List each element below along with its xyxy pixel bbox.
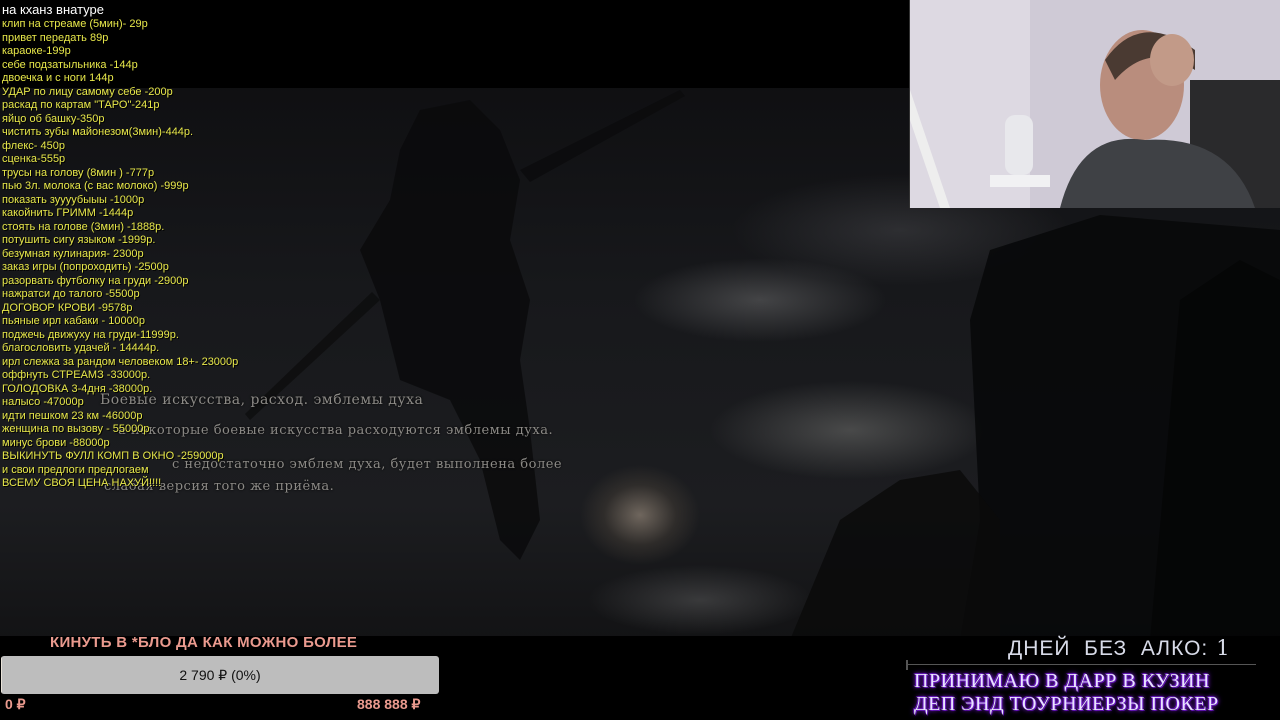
sober-days-label: ДНЕЙ БЕЗ АЛКО: <box>1008 637 1209 660</box>
price-list-item: чистить зубы майонезом(3мин)-444р. <box>2 126 194 138</box>
price-list-item: двоечка и с ноги 144р <box>2 72 114 84</box>
price-list-item: яйцо об башку-350р <box>2 112 105 125</box>
donation-price-list: на кханз внатуре клип на стреаме (5мин)-… <box>2 2 238 491</box>
promo-line: ПРИНИМАЮ В ДАРР В КУЗИН <box>914 670 1210 692</box>
price-list-item: ВЫКИНУТЬ ФУЛЛ КОМП В ОКНО -259000р <box>2 450 224 462</box>
price-list-item: ДОГОВОР КРОВИ -9578р <box>2 301 133 314</box>
price-list-item: караоке-199р <box>2 45 71 57</box>
price-list-item: какойнить ГРИММ -1444р <box>2 207 134 219</box>
price-list-item: нажратси до талого -5500р <box>2 288 140 300</box>
webcam-overlay <box>909 0 1280 208</box>
price-list-items: клип на стреаме (5мин)- 29р привет переда… <box>2 18 238 491</box>
price-list-item: раскад по картам "ТАРО"-241р <box>2 99 160 111</box>
price-list-item: УДАР по лицу самому себе -200р <box>2 85 173 98</box>
price-list-item: безумная кулинария- 2300р <box>2 247 144 260</box>
sober-days-value: 1 <box>1216 636 1231 660</box>
price-list-item: ВСЕМУ СВОЯ ЦЕНА НАХУЙ!!!! <box>2 477 162 489</box>
price-list-item: пью 3л. молока (с вас молоко) -999р <box>2 180 189 192</box>
price-list-item: идти пешком 23 км -46000р <box>2 409 143 422</box>
donation-max-label: 888 888 ₽ <box>357 696 421 712</box>
price-list-item: сценка-555р <box>2 153 66 165</box>
price-list-item: флекс- 450р <box>2 139 65 152</box>
price-list-item: ГОЛОДОВКА 3-4дня -38000р. <box>2 382 153 395</box>
streamer-webcam-image <box>910 0 1280 208</box>
price-list-item: разорвать футболку на груди -2900р <box>2 274 189 287</box>
sober-days-counter: ДНЕЙ БЕЗ АЛКО: 1 <box>1008 636 1231 661</box>
divider-line <box>906 664 1256 665</box>
price-list-item: потушить сигу языком -1999р. <box>2 234 156 246</box>
price-list-item: оффнуть СТРЕАМЗ -33000р. <box>2 369 151 381</box>
price-list-item: заказ игры (попроходить) -2500р <box>2 261 169 273</box>
price-list-title: на кханз внатуре <box>2 2 104 17</box>
price-list-item: трусы на голову (8мин ) -777р <box>2 166 155 179</box>
price-list-item: привет передать 89р <box>2 31 109 44</box>
price-list-item: женщина по вызову - 55000р <box>2 423 150 435</box>
promo-line: ДЕП ЭНД ТОУРНИЕРЗЫ ПОКЕР <box>914 693 1219 715</box>
price-list-item: поджечь движуху на груди-11999р. <box>2 328 179 341</box>
price-list-item: налысо -47000р <box>2 396 84 408</box>
donation-progress-bar: 2 790 ₽ (0%) <box>1 656 439 694</box>
donation-goal-title: КИНУТЬ В *БЛО ДА КАК МОЖНО БОЛЕЕ <box>50 634 358 651</box>
price-list-item: и свои предлоги предлогаем <box>2 463 149 476</box>
price-list-item: показать зуууубыыы -1000р <box>2 193 145 206</box>
price-list-item: стоять на голове (3мин) -1888р. <box>2 220 165 233</box>
price-list-item: благословить удачей - 14444р. <box>2 342 160 354</box>
donation-min-label: 0 ₽ <box>5 696 26 712</box>
promo-banner: ПРИНИМАЮ В ДАРР В КУЗИН ДЕП ЭНД ТОУРНИЕР… <box>914 670 1219 716</box>
price-list-item: ирл слежка за рандом человеком 18+- 2300… <box>2 355 239 368</box>
price-list-item: себе подзатыльника -144р <box>2 58 138 71</box>
divider-tick <box>906 660 908 670</box>
price-list-item: пьяные ирл кабаки - 10000р <box>2 315 145 327</box>
donation-current-amount: 2 790 ₽ (0%) <box>179 667 261 683</box>
price-list-item: клип на стреаме (5мин)- 29р <box>2 18 148 30</box>
price-list-item: минус брови -88000р <box>2 436 110 449</box>
